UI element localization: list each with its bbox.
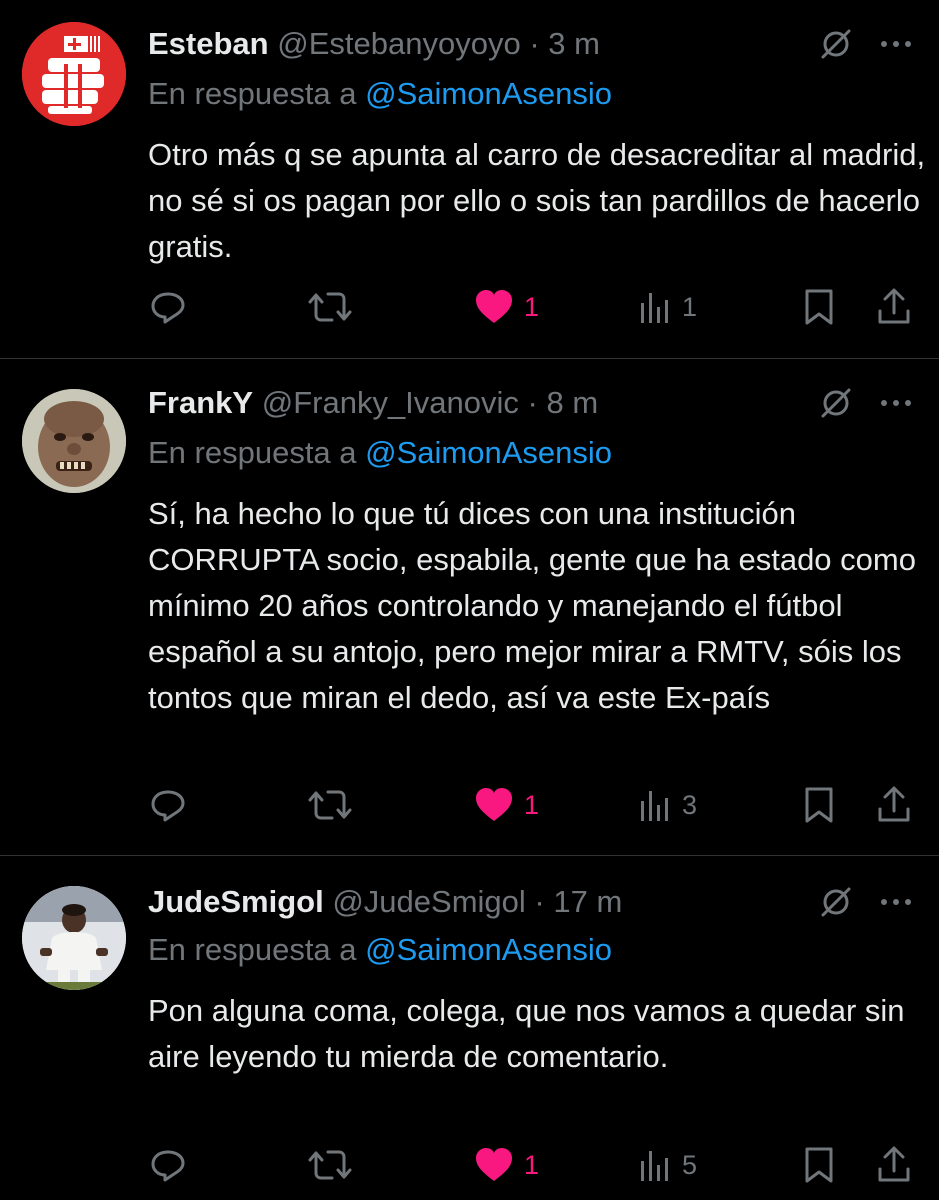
views-icon	[641, 1151, 668, 1181]
reply-icon	[151, 292, 185, 324]
reply-button[interactable]	[148, 780, 188, 830]
share-button[interactable]	[876, 282, 912, 332]
tweet-text: Otro más q se apunta al carro de desacre…	[148, 137, 926, 264]
crest-logo-icon	[22, 22, 126, 126]
retweet-icon	[308, 1150, 352, 1180]
like-count: 1	[524, 291, 540, 322]
share-icon	[878, 288, 910, 324]
tweet-text: Sí, ha hecho lo que tú dices con una ins…	[148, 496, 916, 715]
share-button[interactable]	[876, 780, 912, 830]
separator: ·	[527, 385, 538, 420]
reply-context: En respuesta a @SaimonAsensio	[148, 433, 612, 473]
mute-icon[interactable]	[816, 24, 856, 64]
heart-icon	[476, 1148, 512, 1181]
face-photo	[22, 389, 126, 493]
mute-icon[interactable]	[816, 383, 856, 423]
tweet-header: JudeSmigol @JudeSmigol · 17 m	[148, 882, 622, 922]
reply-mention[interactable]: @SaimonAsensio	[365, 435, 612, 470]
retweet-button[interactable]	[308, 282, 352, 332]
reply-mention[interactable]: @SaimonAsensio	[365, 932, 612, 967]
timestamp[interactable]: 8 m	[547, 385, 599, 420]
player-photo	[22, 886, 126, 990]
separator: ·	[534, 884, 545, 919]
bookmark-icon	[805, 787, 833, 823]
like-button[interactable]: 1	[474, 1140, 539, 1190]
more-icon[interactable]	[874, 24, 918, 64]
heart-icon	[476, 788, 512, 821]
reply-prefix: En respuesta a	[148, 932, 357, 967]
reply-tweet[interactable]: FrankY @Franky_Ivanovic · 8 m En respues…	[0, 359, 939, 855]
reply-mention[interactable]: @SaimonAsensio	[365, 76, 612, 111]
tweet-header: FrankY @Franky_Ivanovic · 8 m	[148, 383, 598, 423]
like-button[interactable]: 1	[474, 780, 539, 830]
like-button[interactable]: 1	[474, 282, 539, 332]
share-icon	[878, 1146, 910, 1182]
reply-prefix: En respuesta a	[148, 435, 357, 470]
display-name[interactable]: FrankY	[148, 385, 253, 420]
timestamp[interactable]: 3 m	[548, 26, 600, 61]
views-button[interactable]: 1	[638, 282, 697, 332]
display-name[interactable]: JudeSmigol	[148, 884, 324, 919]
reply-tweet[interactable]: JudeSmigol @JudeSmigol · 17 m En respues…	[0, 856, 939, 1200]
reply-context: En respuesta a @SaimonAsensio	[148, 930, 612, 970]
more-icon[interactable]	[874, 383, 918, 423]
bookmark-button[interactable]	[802, 780, 836, 830]
reply-icon	[151, 1150, 185, 1182]
reply-prefix: En respuesta a	[148, 76, 357, 111]
heart-icon	[476, 290, 512, 323]
like-count: 1	[524, 789, 540, 820]
avatar[interactable]	[22, 389, 126, 493]
like-count: 1	[524, 1149, 540, 1180]
retweet-icon	[308, 292, 352, 322]
user-handle[interactable]: @Estebanyoyoyo	[277, 26, 520, 61]
separator: ·	[529, 26, 540, 61]
reply-button[interactable]	[148, 1140, 188, 1190]
views-icon	[641, 293, 668, 323]
view-count: 5	[682, 1149, 698, 1180]
action-bar: 1 5	[0, 1140, 939, 1190]
reply-icon	[151, 790, 185, 822]
action-bar: 1 3	[0, 780, 939, 830]
share-button[interactable]	[876, 1140, 912, 1190]
share-icon	[878, 786, 910, 822]
user-handle[interactable]: @JudeSmigol	[332, 884, 525, 919]
action-bar: 1 1	[0, 282, 939, 332]
bookmark-icon	[805, 1147, 833, 1183]
view-count: 3	[682, 789, 698, 820]
user-handle[interactable]: @Franky_Ivanovic	[262, 385, 519, 420]
reply-button[interactable]	[148, 282, 188, 332]
retweet-icon	[308, 790, 352, 820]
more-icon[interactable]	[874, 882, 918, 922]
retweet-button[interactable]	[308, 1140, 352, 1190]
retweet-button[interactable]	[308, 780, 352, 830]
mute-icon[interactable]	[816, 882, 856, 922]
bookmark-button[interactable]	[802, 1140, 836, 1190]
bookmark-button[interactable]	[802, 282, 836, 332]
reply-tweet[interactable]: Esteban @Estebanyoyoyo · 3 m En respuest…	[0, 0, 939, 358]
views-icon	[641, 791, 668, 821]
avatar[interactable]	[22, 886, 126, 990]
view-count: 1	[682, 291, 698, 322]
views-button[interactable]: 3	[638, 780, 697, 830]
display-name[interactable]: Esteban	[148, 26, 269, 61]
views-button[interactable]: 5	[638, 1140, 697, 1190]
reply-feed: Esteban @Estebanyoyoyo · 3 m En respuest…	[0, 0, 939, 1200]
timestamp[interactable]: 17 m	[553, 884, 622, 919]
bookmark-icon	[805, 289, 833, 325]
tweet-header: Esteban @Estebanyoyoyo · 3 m	[148, 24, 600, 64]
reply-context: En respuesta a @SaimonAsensio	[148, 74, 612, 114]
tweet-text: Pon alguna coma, colega, que nos vamos a…	[148, 993, 905, 1074]
avatar[interactable]	[22, 22, 126, 126]
